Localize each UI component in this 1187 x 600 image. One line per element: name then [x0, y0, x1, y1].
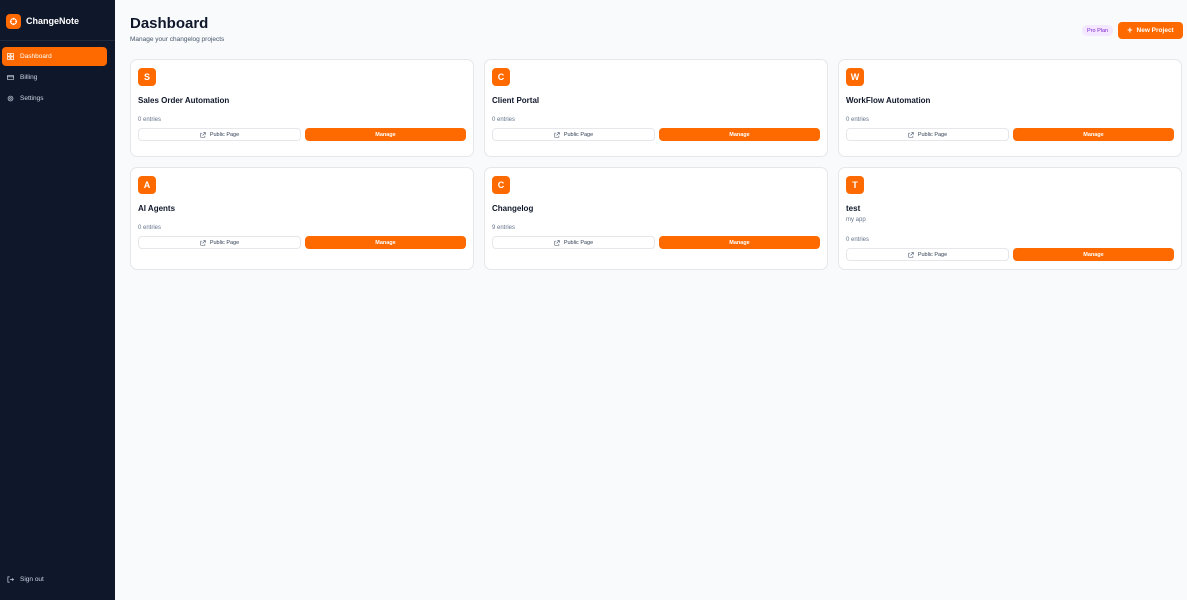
- manage-button[interactable]: Manage: [305, 236, 466, 249]
- manage-button[interactable]: Manage: [659, 128, 820, 141]
- project-name: Sales Order Automation: [138, 96, 230, 105]
- project-name: Changelog: [492, 204, 534, 213]
- main-content: Dashboard Manage your changelog projects…: [115, 0, 1187, 600]
- public-page-button[interactable]: Public Page: [492, 236, 655, 249]
- page-title: Dashboard: [130, 15, 209, 32]
- external-link-icon: [554, 239, 560, 246]
- plan-badge: Pro Plan: [1082, 25, 1114, 36]
- project-entries: 0 entries: [846, 237, 870, 243]
- manage-button[interactable]: Manage: [1013, 128, 1174, 141]
- project-card: C Changelog 9 entries Public Page Manage: [484, 167, 828, 270]
- public-page-label: Public Page: [209, 131, 240, 138]
- external-link-icon: [908, 131, 914, 138]
- sidebar: ChangeNote Dashboard Billing Settings Si…: [0, 0, 115, 600]
- sidebar-divider: [0, 40, 115, 41]
- page-subtitle: Manage your changelog projects: [130, 36, 225, 43]
- sidebar-item-settings[interactable]: Settings: [2, 89, 107, 108]
- project-grid: S Sales Order Automation 0 entries Publi…: [130, 59, 1182, 270]
- sidebar-item-label: Settings: [20, 95, 44, 102]
- external-link-icon: [200, 239, 206, 246]
- external-link-icon: [554, 131, 560, 138]
- gear-icon: [7, 95, 14, 102]
- manage-button[interactable]: Manage: [305, 128, 466, 141]
- project-avatar: C: [492, 176, 510, 194]
- project-entries: 0 entries: [846, 117, 870, 123]
- public-page-button[interactable]: Public Page: [846, 248, 1009, 261]
- new-project-button[interactable]: + New Project: [1118, 22, 1183, 39]
- project-entries: 0 entries: [138, 225, 162, 231]
- external-link-icon: [908, 251, 914, 258]
- project-entries: 0 entries: [138, 117, 162, 123]
- project-avatar: C: [492, 68, 510, 86]
- project-avatar: W: [846, 68, 864, 86]
- project-card: W WorkFlow Automation 0 entries Public P…: [838, 59, 1182, 157]
- brand-name: ChangeNote: [26, 16, 80, 26]
- sidebar-item-dashboard[interactable]: Dashboard: [2, 47, 107, 66]
- manage-button[interactable]: Manage: [1013, 248, 1174, 261]
- public-page-label: Public Page: [209, 239, 240, 246]
- public-page-button[interactable]: Public Page: [846, 128, 1009, 141]
- public-page-label: Public Page: [563, 239, 594, 246]
- public-page-button[interactable]: Public Page: [138, 128, 301, 141]
- sidebar-nav: Dashboard Billing Settings: [2, 47, 107, 110]
- project-actions: Public Page Manage: [138, 128, 466, 141]
- public-page-label: Public Page: [917, 251, 948, 258]
- public-page-label: Public Page: [917, 131, 948, 138]
- public-page-label: Public Page: [563, 131, 594, 138]
- project-entries: 9 entries: [492, 225, 516, 231]
- public-page-button[interactable]: Public Page: [138, 236, 301, 249]
- project-actions: Public Page Manage: [846, 128, 1174, 141]
- sidebar-item-label: Dashboard: [20, 53, 52, 60]
- project-avatar: T: [846, 176, 864, 194]
- external-link-icon: [200, 131, 206, 138]
- sidebar-item-label: Billing: [20, 74, 38, 81]
- project-card: C Client Portal 0 entries Public Page Ma…: [484, 59, 828, 157]
- project-actions: Public Page Manage: [492, 236, 820, 249]
- project-actions: Public Page Manage: [846, 248, 1174, 261]
- manage-button[interactable]: Manage: [659, 236, 820, 249]
- plus-icon: +: [1127, 25, 1133, 35]
- project-card: S Sales Order Automation 0 entries Publi…: [130, 59, 474, 157]
- credit-card-icon: [7, 74, 14, 81]
- project-card: T test my app 0 entries Public Page Mana…: [838, 167, 1182, 270]
- sign-out-label: Sign out: [20, 576, 44, 583]
- sidebar-item-billing[interactable]: Billing: [2, 68, 107, 87]
- project-name: Client Portal: [492, 96, 540, 105]
- project-name: AI Agents: [138, 204, 176, 213]
- new-project-label: New Project: [1136, 27, 1174, 34]
- project-description: my app: [846, 217, 866, 223]
- project-card: A AI Agents 0 entries Public Page Manage: [130, 167, 474, 270]
- project-avatar: A: [138, 176, 156, 194]
- logo-icon: [6, 13, 21, 29]
- dashboard-grid-icon: [7, 53, 14, 60]
- sign-out-button[interactable]: Sign out: [7, 576, 44, 583]
- public-page-button[interactable]: Public Page: [492, 128, 655, 141]
- project-actions: Public Page Manage: [138, 236, 466, 249]
- project-avatar: S: [138, 68, 156, 86]
- sign-out-icon: [7, 576, 14, 583]
- project-entries: 0 entries: [492, 117, 516, 123]
- project-actions: Public Page Manage: [492, 128, 820, 141]
- project-name: WorkFlow Automation: [846, 96, 931, 105]
- project-name: test: [846, 204, 861, 213]
- brand[interactable]: ChangeNote: [6, 12, 79, 30]
